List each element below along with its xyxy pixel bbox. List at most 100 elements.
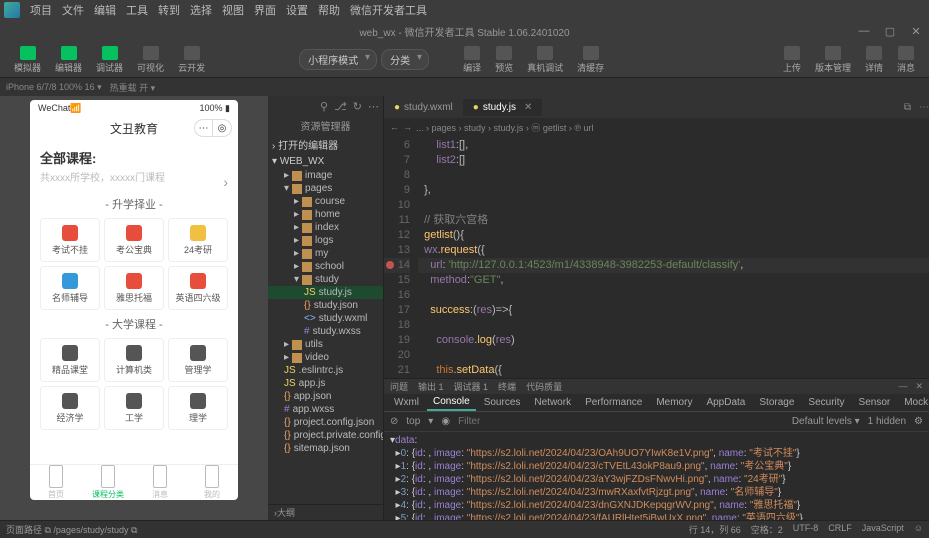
grid-cell-考公宝典[interactable]: 考公宝典: [104, 218, 164, 262]
menu-项目[interactable]: 项目: [26, 0, 56, 20]
file-project.config.json[interactable]: {} project.config.json: [268, 416, 383, 429]
grid-cell-雅思托福[interactable]: 雅思托福: [104, 266, 164, 310]
tool-上传[interactable]: 上传: [777, 44, 807, 76]
explorer-search-icon[interactable]: ⚲: [320, 100, 328, 113]
file-app.wxss[interactable]: # app.wxss: [268, 403, 383, 416]
grid-cell-名师辅导[interactable]: 名师辅导: [40, 266, 100, 310]
grid-cell-工学[interactable]: 工学: [104, 386, 164, 430]
editor-tab-study.wxml[interactable]: ●study.wxml: [384, 99, 463, 116]
tab-课程分类[interactable]: 课程分类: [82, 465, 134, 500]
menu-设置[interactable]: 设置: [282, 0, 312, 20]
file-study.wxml[interactable]: <> study.wxml: [268, 312, 383, 325]
console-output[interactable]: ▾data: ▸0: {id: , image: "https://s2.lol…: [384, 432, 929, 520]
page-path[interactable]: 页面路径 ⧉ /pages/study/study ⧉: [6, 523, 137, 536]
grid-cell-考试不挂[interactable]: 考试不挂: [40, 218, 100, 262]
file-study.json[interactable]: {} study.json: [268, 299, 383, 312]
more-icon[interactable]: ⋯: [919, 102, 929, 113]
devtab-Storage[interactable]: Storage: [753, 395, 800, 410]
console-settings-icon[interactable]: ⚙: [914, 416, 923, 427]
tab-首页[interactable]: 首页: [30, 465, 82, 500]
menu-帮助[interactable]: 帮助: [314, 0, 344, 20]
tab-消息[interactable]: 消息: [134, 465, 186, 500]
devhdr-代码质量[interactable]: 代码质量: [526, 380, 562, 393]
file-pages[interactable]: ▾ pages: [268, 182, 383, 195]
code-editor[interactable]: 6789101112131415161718192021222324252627…: [384, 136, 929, 378]
file-logs[interactable]: ▸ logs: [268, 234, 383, 247]
status-item[interactable]: CRLF: [828, 523, 852, 536]
tab-我的[interactable]: 我的: [186, 465, 238, 500]
category-select[interactable]: 分类: [381, 49, 429, 70]
file-utils[interactable]: ▸ utils: [268, 338, 383, 351]
eye-icon[interactable]: ◉: [441, 416, 450, 427]
outline-section[interactable]: › 大纲: [268, 504, 383, 520]
mode-select[interactable]: 小程序模式: [299, 49, 377, 70]
devtab-Performance[interactable]: Performance: [579, 395, 648, 410]
tool-消息[interactable]: 消息: [891, 44, 921, 76]
explorer-branch-icon[interactable]: ⎇: [334, 100, 347, 113]
grid-cell-经济学[interactable]: 经济学: [40, 386, 100, 430]
devhdr-输出 1[interactable]: 输出 1: [418, 380, 444, 393]
hidden-count[interactable]: 1 hidden: [868, 416, 906, 427]
devtab-Wxml[interactable]: Wxml: [388, 395, 425, 410]
devhdr-调试器 1[interactable]: 调试器 1: [454, 380, 489, 393]
devtools-min-icon[interactable]: —: [898, 381, 907, 392]
file-project.private.config.js...[interactable]: {} project.private.config.js...: [268, 429, 383, 442]
menu-转到[interactable]: 转到: [154, 0, 184, 20]
menu-选择[interactable]: 选择: [186, 0, 216, 20]
menu-视图[interactable]: 视图: [218, 0, 248, 20]
maximize-icon[interactable]: ▢: [881, 25, 899, 38]
file-study.wxss[interactable]: # study.wxss: [268, 325, 383, 338]
status-item[interactable]: UTF-8: [793, 523, 819, 536]
open-editors-label[interactable]: › 打开的编辑器: [268, 135, 383, 154]
nav-back-icon[interactable]: ←: [390, 122, 399, 132]
grid-cell-24考研[interactable]: 24考研: [168, 218, 228, 262]
devtab-Memory[interactable]: Memory: [650, 395, 698, 410]
file-.eslintrc.js[interactable]: JS .eslintrc.js: [268, 364, 383, 377]
tool-真机调试[interactable]: 真机调试: [521, 44, 569, 76]
clear-console-icon[interactable]: ⊘: [390, 416, 398, 427]
console-filter-input[interactable]: [458, 416, 784, 427]
devtab-AppData[interactable]: AppData: [700, 395, 751, 410]
project-root[interactable]: ▾ WEB_WX: [268, 154, 383, 169]
file-video[interactable]: ▸ video: [268, 351, 383, 364]
hotreload-toggle[interactable]: 热重载 开 ▾: [110, 81, 156, 94]
menu-微信开发者工具[interactable]: 微信开发者工具: [346, 0, 431, 20]
devtools-close-icon[interactable]: ✕: [915, 381, 923, 392]
file-sitemap.json[interactable]: {} sitemap.json: [268, 442, 383, 455]
file-app.js[interactable]: JS app.js: [268, 377, 383, 390]
file-index[interactable]: ▸ index: [268, 221, 383, 234]
split-icon[interactable]: ⧉: [904, 102, 911, 113]
tool-清缓存[interactable]: 清缓存: [571, 44, 610, 76]
explorer-refresh-icon[interactable]: ↻: [353, 100, 362, 113]
grid-cell-管理学[interactable]: 管理学: [168, 338, 228, 382]
tool-预览[interactable]: 预览: [489, 44, 519, 76]
capsule-menu-icon[interactable]: ⋯: [195, 120, 213, 136]
minimize-icon[interactable]: —: [855, 25, 873, 38]
devtab-Security[interactable]: Security: [802, 395, 850, 410]
file-study.js[interactable]: JS study.js: [268, 286, 383, 299]
tool-可视化[interactable]: 可视化: [131, 44, 170, 76]
context-select[interactable]: top: [406, 416, 420, 427]
tool-版本管理[interactable]: 版本管理: [809, 44, 857, 76]
menu-编辑[interactable]: 编辑: [90, 0, 120, 20]
devtab-Mock[interactable]: Mock: [898, 395, 929, 410]
status-item[interactable]: JavaScript: [862, 523, 904, 536]
file-app.json[interactable]: {} app.json: [268, 390, 383, 403]
grid-cell-精品课堂[interactable]: 精品课堂: [40, 338, 100, 382]
grid-cell-理学[interactable]: 理学: [168, 386, 228, 430]
grid-cell-英语四六级[interactable]: 英语四六级: [168, 266, 228, 310]
breadcrumb[interactable]: ← → ... › pages › study › study.js › ⓜ g…: [384, 118, 929, 136]
file-course[interactable]: ▸ course: [268, 195, 383, 208]
file-image[interactable]: ▸ image: [268, 169, 383, 182]
tool-详情[interactable]: 详情: [859, 44, 889, 76]
menu-工具[interactable]: 工具: [122, 0, 152, 20]
file-school[interactable]: ▸ school: [268, 260, 383, 273]
file-my[interactable]: ▸ my: [268, 247, 383, 260]
close-icon[interactable]: ✕: [907, 25, 925, 38]
levels-select[interactable]: Default levels ▾: [792, 416, 860, 427]
file-study[interactable]: ▾ study: [268, 273, 383, 286]
devtab-Sources[interactable]: Sources: [478, 395, 527, 410]
devtab-Sensor[interactable]: Sensor: [853, 395, 897, 410]
capsule-close-icon[interactable]: ◎: [213, 120, 231, 136]
device-select[interactable]: iPhone 6/7/8 100% 16 ▾: [6, 82, 102, 93]
